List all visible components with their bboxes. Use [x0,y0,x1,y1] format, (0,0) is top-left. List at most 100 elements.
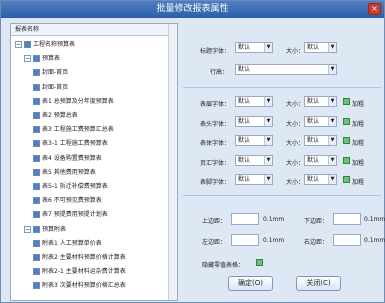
tree-node-label: 表4 设备购置费预算表 [42,154,102,162]
font-select[interactable]: 默认 ▼ [235,96,273,107]
tree-node[interactable]: 附表2-1 主要材料运杂费计算表 [33,266,126,277]
size-select[interactable]: 默认 ▼ [304,115,337,127]
tree-node[interactable]: 表3-1 工程施工费预算表 [33,138,108,149]
report-tree[interactable]: 报表名称 − 工程名称预算表 − 预算表 封面-首页 封面-首页 表1 总预算及分年度预算表… [10,23,178,301]
font-select[interactable]: 默认 ▼ [235,135,273,147]
tree-checkbox[interactable] [33,69,40,77]
tree-checkbox[interactable] [24,41,31,48]
tree-checkbox[interactable] [33,239,40,247]
title-font-select[interactable]: 默认 ▼ [235,42,273,53]
tree-checkbox[interactable] [33,282,40,290]
hide-empty-checkbox[interactable] [256,259,263,266]
margin-right-input[interactable] [333,234,361,246]
tree-node[interactable]: 附表3 次要材料预算价格汇总表 [33,280,126,291]
tree-node[interactable]: 表5 其他费用预算表 [33,167,96,178]
tree-checkbox[interactable] [33,126,40,134]
tree-checkbox[interactable] [33,225,40,233]
tree-scrollbar[interactable] [168,24,177,300]
tree-node-label: 表5 其他费用预算表 [42,168,96,176]
tree-checkbox[interactable] [33,97,40,105]
bold-checkbox[interactable] [343,176,350,184]
line-height-select[interactable]: 默认 ▼ [235,64,337,75]
tree-checkbox[interactable] [33,83,40,91]
tree-checkbox[interactable] [33,268,40,276]
chevron-down-icon[interactable]: ▼ [328,65,336,74]
window-title: 批量修改报表属性 [1,1,384,18]
margin-bottom-input[interactable] [333,213,361,225]
title-size-select[interactable]: 默认 ▼ [304,42,337,53]
bold-checkbox[interactable] [343,98,350,105]
bold-label: 加粗 [352,101,365,108]
tree-node[interactable]: 表5-1 拆迁补偿费预算表 [33,181,108,192]
bold-checkbox[interactable] [343,156,350,164]
tree-node-label: 工程名称预算表 [33,41,76,48]
tree-node[interactable]: 表1 总预算及分年度预算表 [33,96,114,107]
tree-node[interactable]: 表2 预算总表 [33,110,78,121]
size-select[interactable]: 默认 ▼ [304,154,337,166]
size-select[interactable]: 默认 ▼ [304,135,337,147]
tree-checkbox[interactable] [33,112,40,119]
tree-node[interactable]: 表3 工程施工费预算汇总表 [33,124,114,135]
ok-button[interactable]: 确定(O) [228,276,273,291]
tree-checkbox[interactable] [33,55,40,63]
tree-checkbox[interactable] [33,211,40,219]
chevron-down-icon[interactable]: ▼ [264,97,272,106]
font-select[interactable]: 默认 ▼ [235,154,273,166]
chevron-down-icon[interactable]: ▼ [264,175,272,185]
tree-node[interactable]: − 预算附表 [24,224,66,235]
bold-checkbox[interactable] [343,137,350,145]
tree-node[interactable]: − 工程名称预算表 [15,39,75,50]
tree-node[interactable]: 表6 不可预见费预算表 [33,195,102,206]
tree-node[interactable]: 封面-首页 [33,82,68,93]
tree-node-label: 附表1 人工预算单价表 [42,239,102,247]
close-button[interactable]: × [368,3,381,15]
tree-node[interactable]: − 预算表 [24,53,60,64]
tree-node[interactable]: 附表1 人工预算单价表 [33,238,102,249]
tree-checkbox[interactable] [33,254,40,261]
expander-icon[interactable]: − [24,225,31,233]
tree-checkbox[interactable] [33,140,40,148]
chevron-down-icon[interactable]: ▼ [328,155,336,165]
tree-node[interactable]: 附表2 主要材料预算价格计算表 [33,252,126,263]
chevron-down-icon[interactable]: ▼ [264,116,272,126]
font-select[interactable]: 默认 ▼ [235,174,273,186]
tree-checkbox[interactable] [33,168,40,176]
chevron-down-icon[interactable]: ▼ [264,136,272,146]
tree-checkbox[interactable] [33,154,40,162]
expander-icon[interactable]: − [24,55,31,63]
expander-icon[interactable]: − [15,41,22,48]
font-row-label: 表体字体： [200,140,231,148]
tree-node-label: 附表2-1 主要材料运杂费计算表 [42,268,126,276]
tree-node-label: 表2 预算总表 [42,112,78,119]
chevron-down-icon[interactable]: ▼ [328,97,336,106]
divider [183,87,381,88]
chevron-down-icon[interactable]: ▼ [264,155,272,165]
tree-node[interactable]: 表4 设备购置费预算表 [33,153,102,164]
margin-top-input[interactable] [231,213,259,225]
font-row-label: 表眉字体： [200,101,231,108]
close-dialog-button[interactable]: 关闭(C) [296,276,341,291]
tree-node-label: 表1 总预算及分年度预算表 [42,97,114,105]
chevron-down-icon[interactable]: ▼ [328,136,336,146]
chevron-down-icon[interactable]: ▼ [328,175,336,185]
tree-checkbox[interactable] [33,183,40,190]
chevron-down-icon[interactable]: ▼ [264,43,272,52]
margin-left-label: 左边距： [202,239,227,246]
tree-checkbox[interactable] [33,197,40,205]
bold-checkbox[interactable] [343,117,350,125]
tree-node[interactable]: 表7 预提费用预提计划表 [33,209,108,220]
tree-node[interactable]: 封面-首页 [33,67,68,78]
font-select[interactable]: 默认 ▼ [235,115,273,127]
margin-left-unit: 0.1mm [263,237,285,244]
margin-left-input[interactable] [231,234,259,246]
tree-node-label: 表5-1 拆迁补偿费预算表 [42,183,108,190]
chevron-down-icon[interactable]: ▼ [328,43,336,52]
divider [183,195,381,196]
chevron-down-icon[interactable]: ▼ [328,116,336,126]
title-font-label: 标题字体： [200,48,231,55]
line-height-label: 行高： [210,69,229,76]
size-select[interactable]: 默认 ▼ [304,174,337,186]
size-label: 大小： [286,101,305,108]
margin-top-label: 上边距： [202,218,227,225]
size-select[interactable]: 默认 ▼ [304,96,337,107]
